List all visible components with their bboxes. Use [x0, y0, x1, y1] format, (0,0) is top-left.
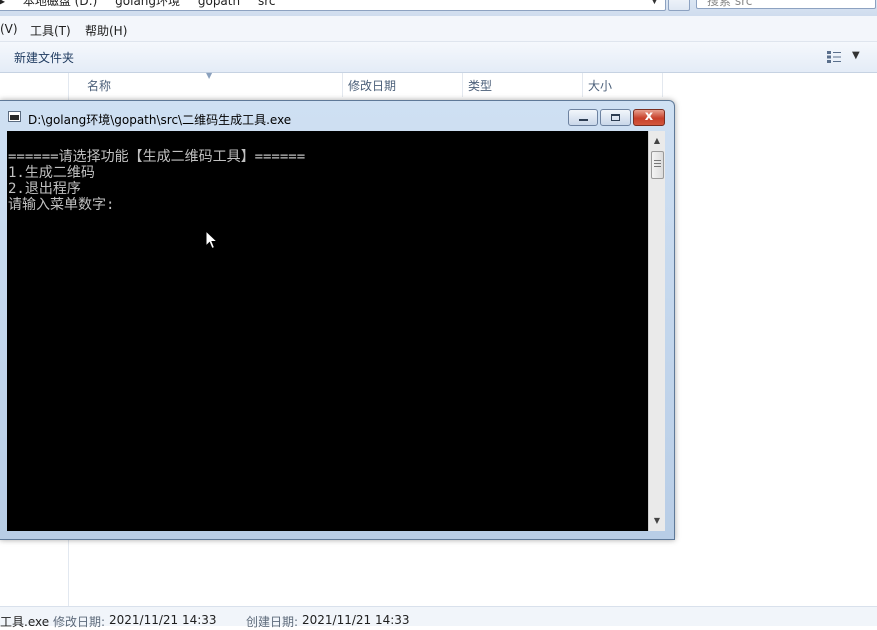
console-window: D:\golang环境\gopath\src\二维码生成工具.exe x ===…: [0, 100, 675, 540]
close-icon: x: [644, 109, 654, 124]
close-button[interactable]: x: [633, 109, 665, 126]
file-list-headers: ▼ 名称 修改日期 类型 大小: [69, 71, 877, 97]
menu-bar: (V) 工具(T) 帮助(H): [0, 16, 877, 42]
refresh-button[interactable]: [668, 0, 690, 11]
menu-item-help[interactable]: 帮助(H): [85, 22, 127, 39]
console-line-header: ======请选择功能【生成二维码工具】======: [8, 149, 306, 165]
console-output[interactable]: ======请选择功能【生成二维码工具】====== 1.生成二维码 2.退出程…: [7, 131, 648, 531]
console-line-prompt: 请输入菜单数字:: [8, 197, 115, 213]
console-line-option-2: 2.退出程序: [8, 181, 81, 197]
selected-file-name: 工具.exe: [0, 615, 50, 629]
breadcrumb-item[interactable]: 本地磁盘 (D:): [23, 0, 97, 8]
console-scrollbar[interactable]: ▲ ▼: [648, 131, 665, 531]
new-folder-button[interactable]: 新建文件夹: [14, 49, 74, 66]
details-pane: 工具.exe 修改日期: 2021/11/21 14:33 创建日期: 2021…: [0, 606, 877, 629]
console-app-icon[interactable]: [8, 111, 21, 122]
view-dropdown-arrow-icon[interactable]: ▼: [852, 50, 860, 61]
search-input[interactable]: 搜索 src: [696, 0, 876, 9]
console-line-option-1: 1.生成二维码: [8, 165, 95, 181]
menu-item-view[interactable]: (V): [0, 22, 18, 36]
address-bar-strip: ▸ 本地磁盘 (D:) golang环境 gopath src ▼ 搜索 src: [0, 0, 877, 16]
mouse-pointer-icon: [205, 230, 219, 250]
explorer-toolbar: 新建文件夹 ▼: [0, 42, 877, 73]
chevron-down-icon[interactable]: ▼: [651, 0, 658, 10]
minimize-button[interactable]: [568, 109, 598, 126]
column-header-modified[interactable]: 修改日期: [343, 73, 463, 97]
console-title: D:\golang环境\gopath\src\二维码生成工具.exe: [28, 113, 292, 127]
created-date-label: 创建日期:: [246, 615, 299, 629]
address-bar[interactable]: ▸ 本地磁盘 (D:) golang环境 gopath src ▼: [0, 0, 666, 11]
column-header-size[interactable]: 大小: [583, 73, 663, 97]
column-header-name[interactable]: 名称: [69, 73, 343, 97]
minimize-icon: [579, 119, 588, 121]
scroll-up-arrow-icon[interactable]: ▲: [649, 133, 665, 149]
breadcrumb-item[interactable]: gopath: [198, 0, 240, 8]
maximize-icon: [611, 114, 620, 121]
console-titlebar[interactable]: D:\golang环境\gopath\src\二维码生成工具.exe x: [0, 101, 674, 131]
scroll-down-arrow-icon[interactable]: ▼: [649, 513, 665, 529]
view-options-icon[interactable]: [826, 50, 842, 64]
column-header-type[interactable]: 类型: [463, 73, 583, 97]
modified-date-label: 修改日期:: [53, 615, 106, 629]
breadcrumb-item[interactable]: golang环境: [115, 0, 180, 8]
breadcrumb-root-arrow: ▸: [0, 0, 6, 8]
menu-item-tools[interactable]: 工具(T): [30, 22, 71, 39]
scroll-thumb[interactable]: [651, 151, 664, 179]
maximize-button[interactable]: [600, 109, 631, 126]
breadcrumb-item[interactable]: src: [258, 0, 276, 8]
